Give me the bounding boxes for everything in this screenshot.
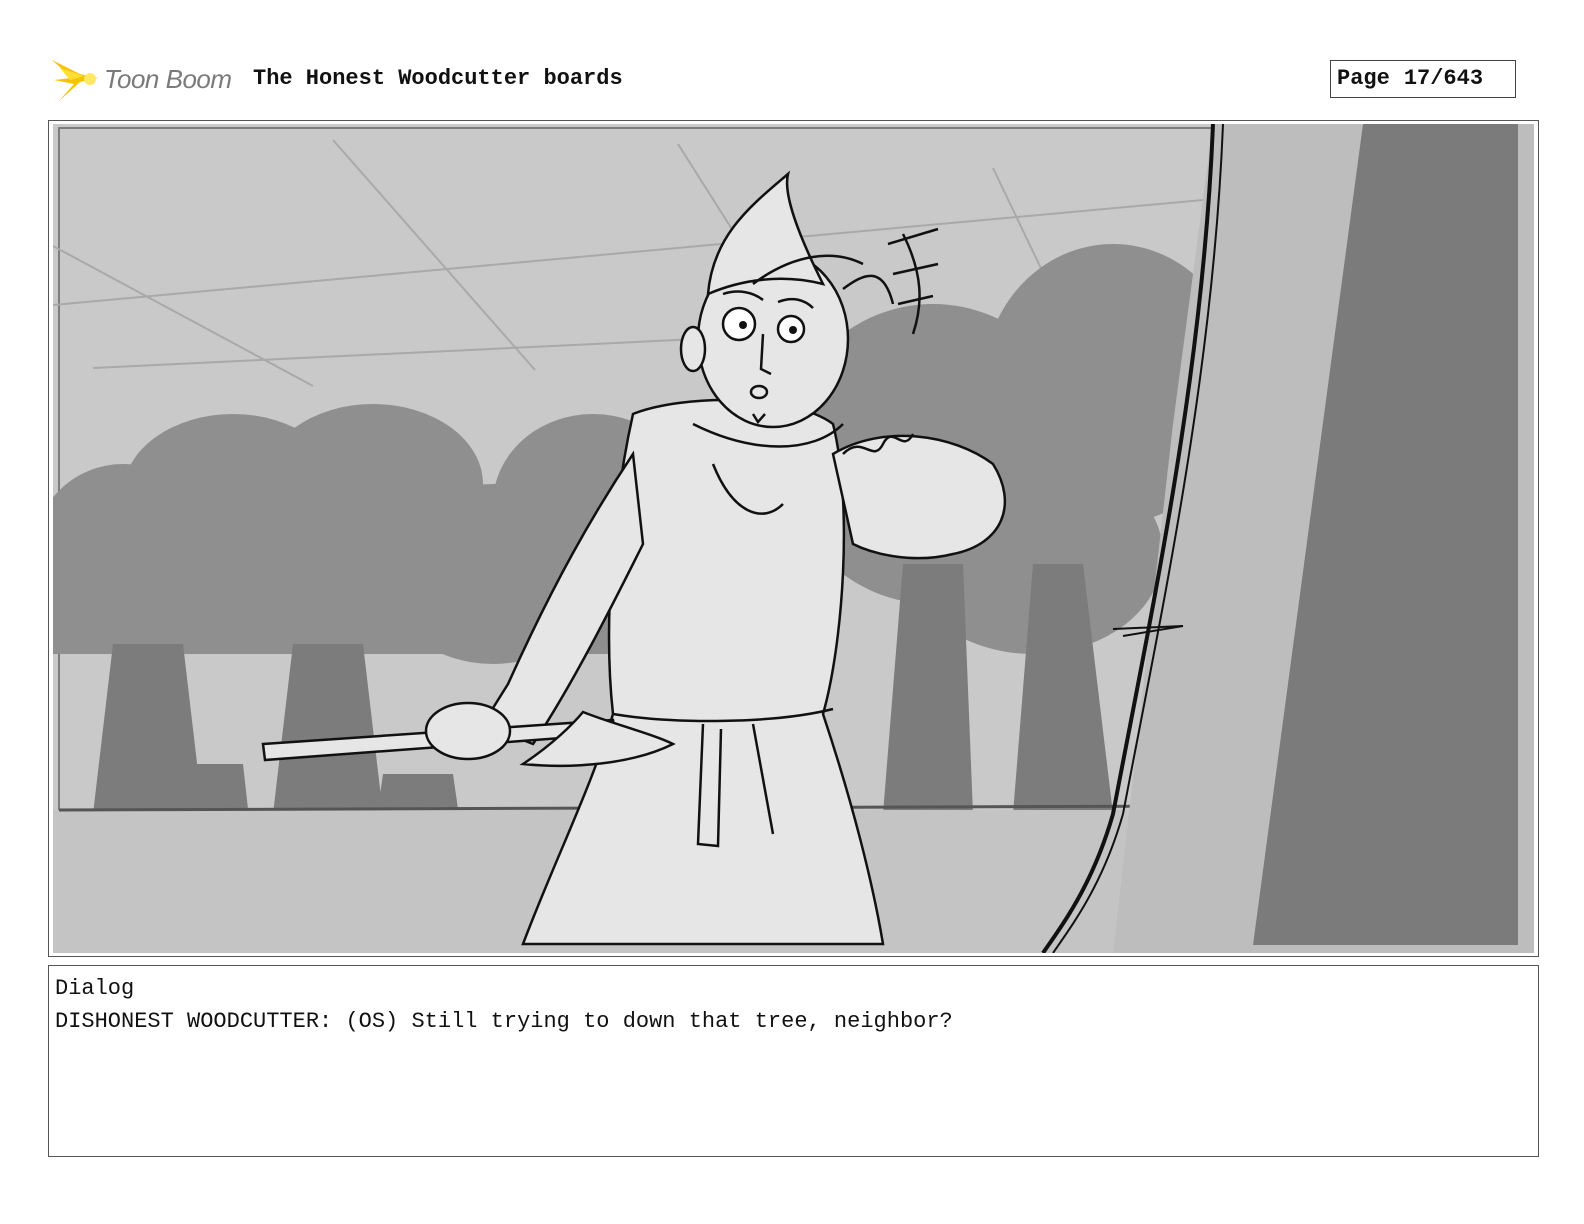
page-label: Page xyxy=(1337,66,1390,91)
page-indicator: Page 17/643 xyxy=(1330,60,1516,98)
storyboard-panel xyxy=(48,120,1539,957)
page-number: 17/643 xyxy=(1403,66,1484,91)
logo-wordmark: Toon Boom xyxy=(104,64,232,94)
panel-sketch-image xyxy=(53,124,1534,953)
dialog-section: Dialog DISHONEST WOODCUTTER: (OS) Still … xyxy=(48,965,1539,1157)
starburst-icon xyxy=(52,60,98,102)
page-header: Toon Boom The Honest Woodcutter boards P… xyxy=(50,52,1540,108)
dialog-heading: Dialog xyxy=(55,976,135,1001)
dialog-line: DISHONEST WOODCUTTER: (OS) Still trying … xyxy=(55,1009,953,1034)
toon-boom-logo: Toon Boom xyxy=(50,52,250,108)
board-title: The Honest Woodcutter boards xyxy=(253,66,623,91)
